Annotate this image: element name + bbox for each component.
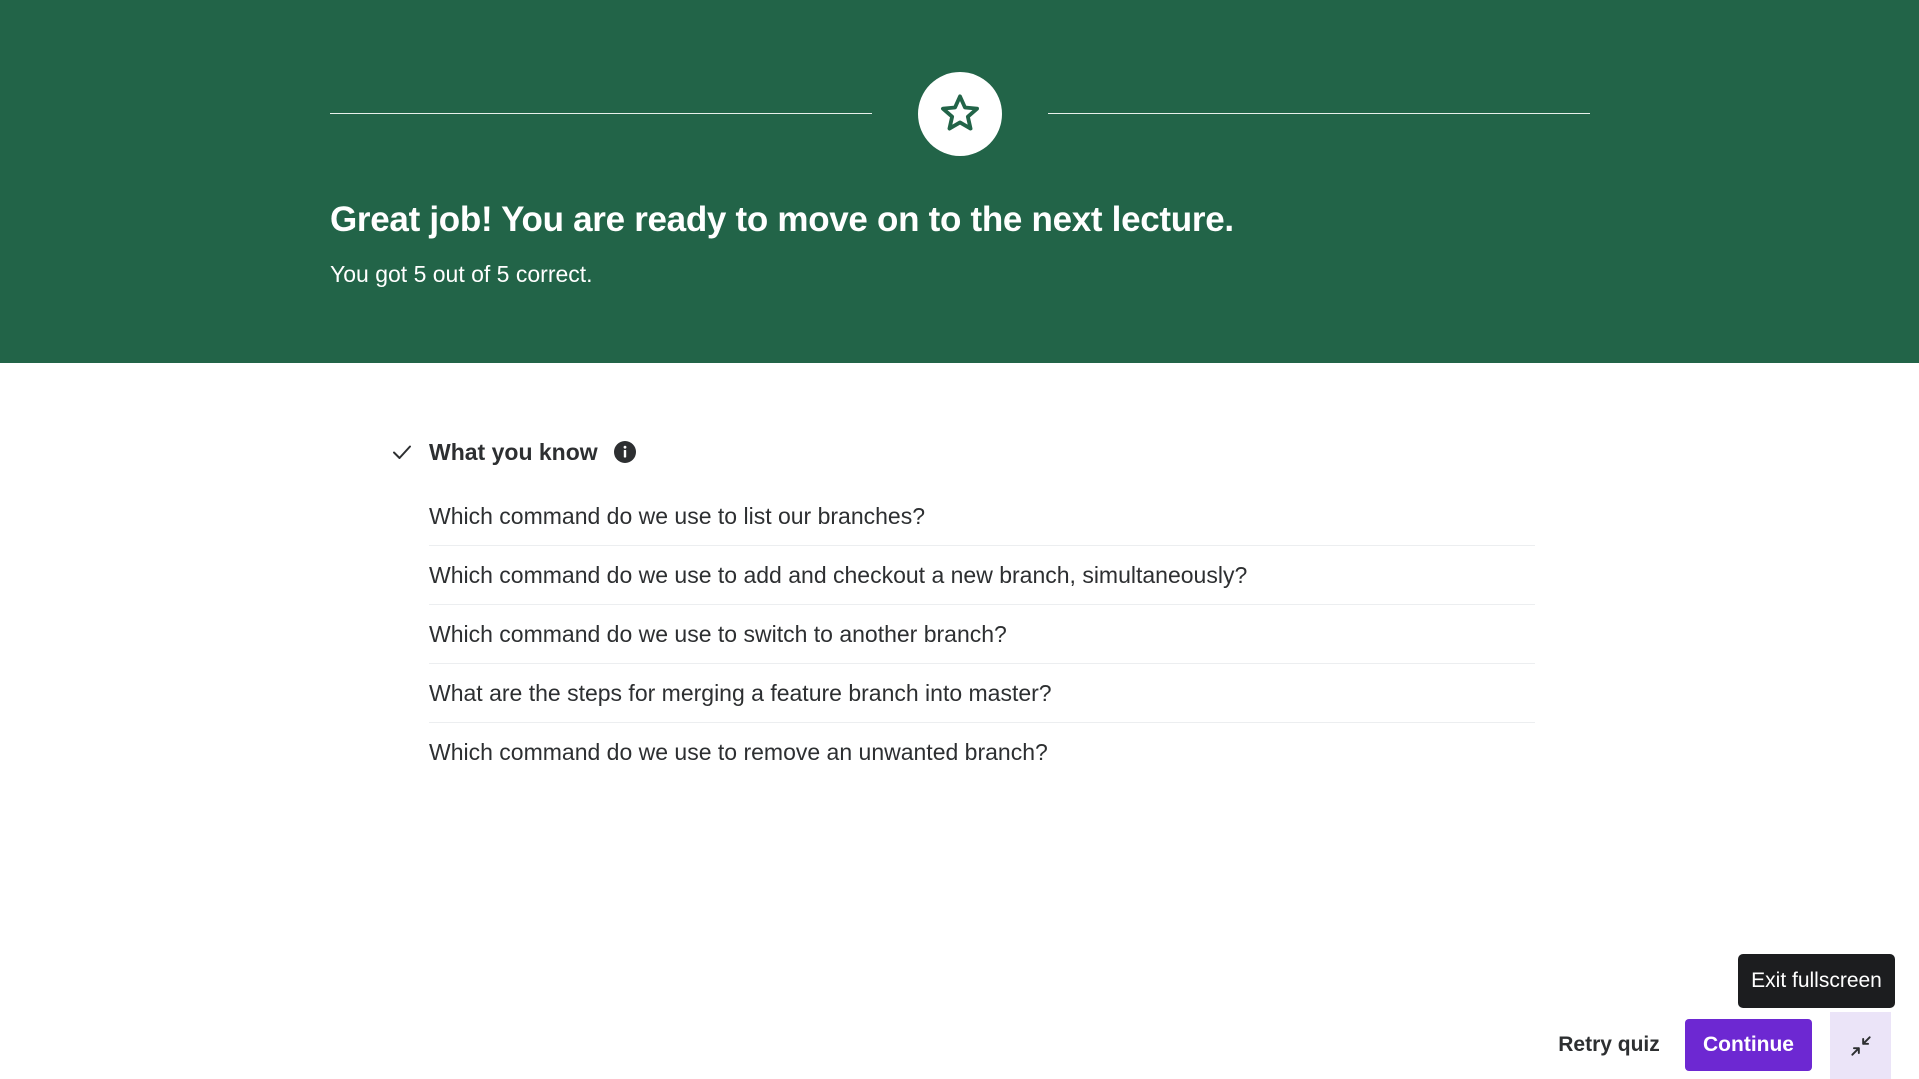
question-item: Which command do we use to add and check… [429,546,1535,605]
star-badge [918,72,1002,156]
retry-quiz-button[interactable]: Retry quiz [1547,1019,1671,1071]
section-title: What you know [429,438,598,465]
question-list: Which command do we use to list our bran… [429,487,1535,782]
question-item: Which command do we use to list our bran… [429,487,1535,546]
what-you-know-header: What you know [390,434,637,470]
results-banner: Great job! You are ready to move on to t… [0,0,1919,363]
score-summary: You got 5 out of 5 correct. [330,261,593,287]
banner-divider-right [1048,113,1590,114]
star-icon [941,94,979,131]
checkmark-icon [393,445,411,459]
info-icon[interactable] [613,440,637,464]
exit-fullscreen-icon [1850,1035,1871,1056]
question-item: What are the steps for merging a feature… [429,664,1535,723]
exit-fullscreen-button[interactable] [1830,1012,1891,1079]
result-heading: Great job! You are ready to move on to t… [330,200,1234,239]
banner-divider-left [330,113,872,114]
exit-fullscreen-tooltip: Exit fullscreen [1738,954,1895,1008]
question-item: Which command do we use to remove an unw… [429,739,1048,765]
question-item: Which command do we use to switch to ano… [429,605,1535,664]
continue-button[interactable]: Continue [1685,1019,1812,1071]
